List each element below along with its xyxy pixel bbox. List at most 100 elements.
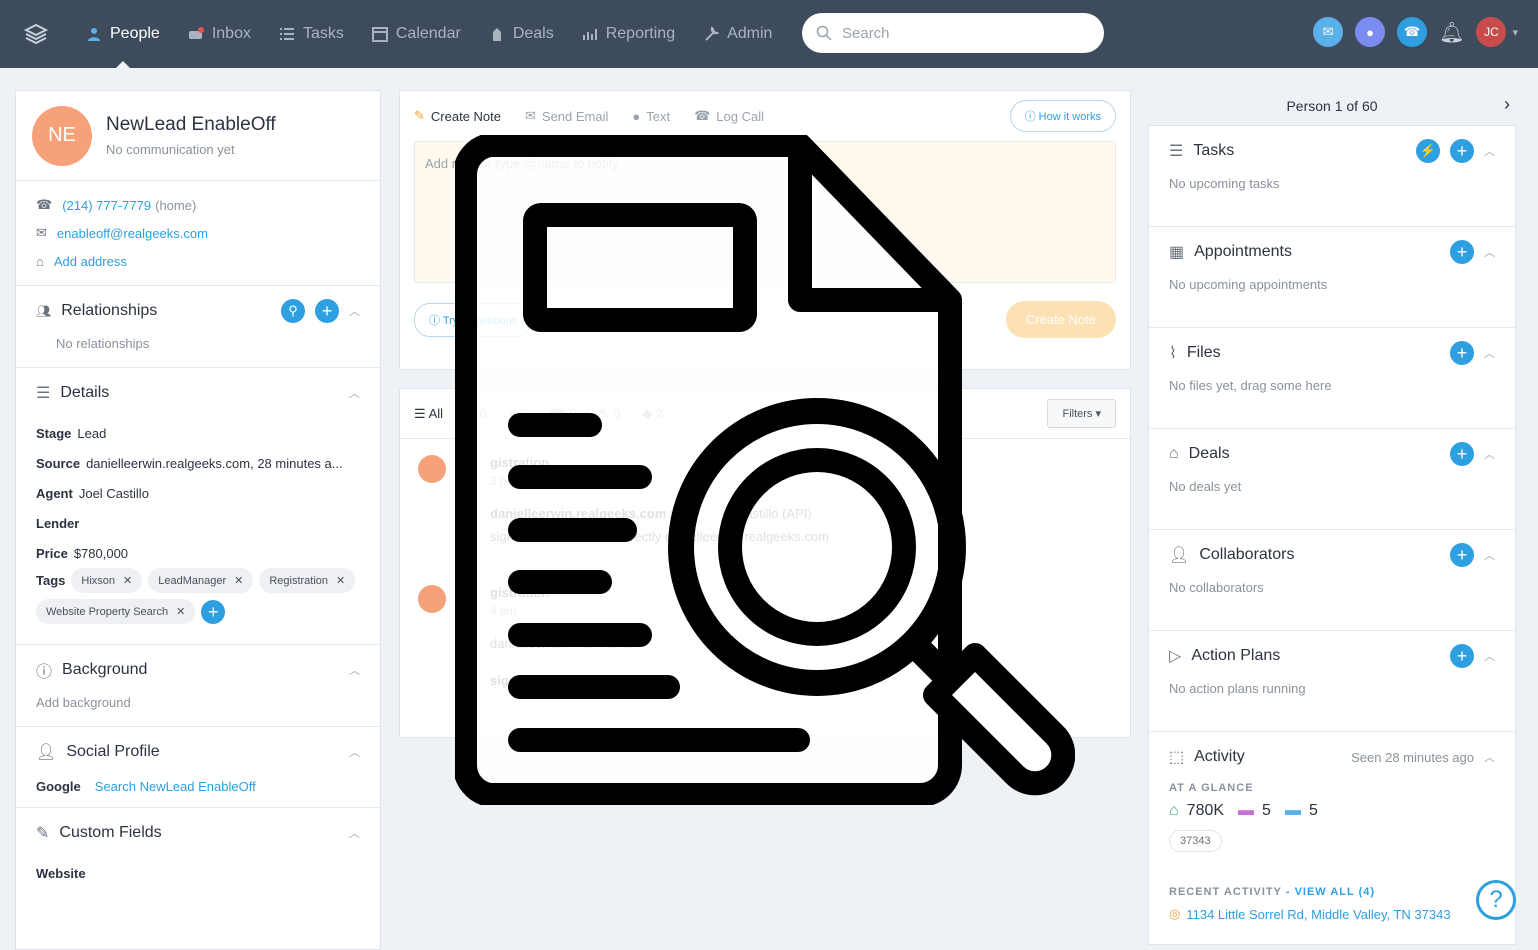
recent-property-link[interactable]: 1134 Little Sorrel Rd, Middle Valley, TN… (1186, 907, 1450, 922)
top-nav-bar: People Inbox Tasks Calendar Deals Report… (0, 0, 1538, 68)
agent-value[interactable]: Joel Castillo (79, 486, 149, 501)
collapse-collaborators-icon[interactable]: ︿ (1484, 547, 1495, 563)
nav-admin[interactable]: Admin (689, 0, 786, 68)
nav-reporting[interactable]: Reporting (568, 0, 689, 68)
reporting-icon (582, 29, 597, 40)
add-address-link[interactable]: Add address (54, 254, 127, 269)
remove-tag-icon[interactable]: ✕ (123, 574, 132, 587)
add-file-button[interactable]: + (1450, 341, 1474, 365)
add-relationship-button[interactable]: + (315, 299, 339, 323)
phone-link[interactable]: (214) 777-7779 (62, 198, 151, 213)
collapse-tasks-icon[interactable]: ︿ (1484, 143, 1495, 159)
person-pager: Person 1 of 60 (1286, 98, 1378, 114)
create-note-button[interactable]: Create Note (1005, 301, 1116, 338)
filter-email[interactable]: ✉ 0 (465, 406, 487, 422)
action-plans-title: Action Plans (1191, 647, 1281, 664)
info-icon: ⓘ (36, 664, 53, 681)
app-logo-icon[interactable] (18, 16, 54, 52)
bell-icon[interactable]: 🔔︎ (1439, 20, 1464, 45)
nav-tasks[interactable]: Tasks (265, 0, 358, 68)
event-time: 3 pm (490, 474, 517, 488)
view-email-link[interactable]: view email (577, 636, 638, 651)
add-collaborator-button[interactable]: + (1450, 543, 1474, 567)
event-icon (418, 455, 446, 483)
collapse-background-icon[interactable]: ︿ (349, 662, 360, 678)
collapse-details-icon[interactable]: ︿ (349, 385, 360, 401)
filter-calls[interactable]: ☎ 0 (549, 406, 576, 422)
add-task-button[interactable]: + (1450, 139, 1474, 163)
email-icon[interactable]: ✉ (1313, 17, 1344, 47)
filters-dropdown[interactable]: Filters ▾ (1047, 399, 1116, 428)
nav-admin-label: Admin (727, 25, 773, 42)
collapse-social-icon[interactable]: ︿ (349, 744, 360, 760)
filter-notes[interactable]: ✎ 0 (599, 406, 621, 422)
play-icon: ▷ (1169, 648, 1182, 665)
chevron-down-icon[interactable]: ▾ (1512, 26, 1518, 39)
timeline-card: ☰ All ✉ 0 ● 0 ☎ 0 ✎ 0 ◆ 2 Filters ▾ gist… (399, 388, 1131, 738)
add-deal-button[interactable]: + (1450, 442, 1474, 466)
nav-deals-label: Deals (512, 25, 554, 42)
nav-people-label: People (110, 25, 160, 42)
source-value[interactable]: danielleerwin.realgeeks.com, 28 minutes … (86, 456, 343, 471)
chat-icon[interactable]: ● (1355, 17, 1386, 47)
person-name[interactable]: NewLead EnableOff (106, 114, 276, 136)
add-tag-button[interactable]: + (201, 599, 226, 624)
tasks-icon: ☰ (1169, 143, 1184, 160)
remove-tag-icon[interactable]: ✕ (336, 574, 345, 587)
collapse-relationships-icon[interactable]: ︿ (349, 303, 360, 319)
filter-text[interactable]: ● 0 (509, 406, 528, 421)
collapse-appointments-icon[interactable]: ︿ (1484, 244, 1495, 260)
nav-calendar[interactable]: Calendar (358, 0, 475, 68)
stage-value[interactable]: Lead (77, 426, 106, 441)
source-label: Source (36, 455, 81, 471)
list-icon: ☰ (36, 385, 51, 402)
details-title: Details (60, 384, 110, 401)
dialer-icon[interactable]: ☎ (1397, 17, 1428, 47)
tab-create-note[interactable]: ✎ Create Note (414, 108, 501, 124)
tab-text[interactable]: ● Text (632, 109, 670, 124)
tab-send-email[interactable]: ✉ Send Email (525, 108, 608, 124)
collapse-action-plans-icon[interactable]: ︿ (1484, 648, 1495, 664)
zip-badge[interactable]: 37343 (1169, 830, 1222, 852)
phone-type: (home) (155, 197, 197, 213)
collapse-custom-icon[interactable]: ︿ (349, 825, 360, 841)
nav-tasks-label: Tasks (302, 25, 344, 42)
custom-fields-section: ✎ Custom Fields ︿ Website (16, 808, 380, 888)
search-bar[interactable] (802, 13, 1104, 53)
help-button[interactable]: ? (1476, 880, 1516, 920)
filter-all[interactable]: ☰ All (414, 406, 443, 422)
nav-inbox[interactable]: Inbox (174, 0, 265, 68)
glance-baths: 5 (1308, 802, 1318, 819)
nav-deals[interactable]: Deals (475, 0, 568, 68)
note-textarea[interactable]: Add note or type @name to notify (414, 141, 1116, 283)
deals-empty: No deals yet (1169, 479, 1242, 494)
quick-task-button[interactable]: ⚡ (1416, 139, 1440, 163)
filter-events[interactable]: ◆ 2 (642, 406, 663, 422)
tab-log-call[interactable]: ☎ Log Call (694, 108, 764, 124)
search-input[interactable] (842, 24, 1082, 42)
collapse-files-icon[interactable]: ︿ (1484, 345, 1495, 361)
mentions-button[interactable]: ⓘ Try @mentions (414, 302, 533, 337)
details-section: ☰ Details ︿ Stage Lead Source danielleerwi… (16, 368, 380, 645)
how-it-works-button[interactable]: ⓘ How it works (1009, 100, 1116, 132)
nav-people[interactable]: People (72, 0, 174, 68)
add-background-link[interactable]: Add background (36, 695, 360, 726)
communication-status: No communication yet (106, 142, 235, 157)
lender-label[interactable]: Lender (36, 516, 79, 531)
add-action-plan-button[interactable]: + (1450, 644, 1474, 668)
tag-label: Registration (269, 574, 329, 587)
next-person-icon[interactable]: › (1504, 94, 1510, 115)
user-avatar[interactable]: JC (1476, 17, 1507, 47)
email-link[interactable]: enableoff@realgeeks.com (57, 226, 208, 241)
remove-tag-icon[interactable]: ✕ (234, 574, 243, 587)
collapse-activity-icon[interactable]: ︿ (1484, 749, 1495, 765)
remove-tag-icon[interactable]: ✕ (176, 605, 185, 618)
right-panel: ☰ Tasks ⚡ + ︿ No upcoming tasks ▦ Appoin… (1148, 125, 1516, 945)
google-search-link[interactable]: Search NewLead EnableOff (95, 779, 256, 794)
link-relationship-button[interactable]: ⚲ (281, 299, 305, 323)
view-all-link[interactable]: VIEW ALL (4) (1295, 886, 1375, 898)
collapse-deals-icon[interactable]: ︿ (1484, 446, 1495, 462)
relationships-title: Relationships (61, 302, 158, 319)
add-appointment-button[interactable]: + (1450, 240, 1474, 264)
price-value[interactable]: $780,000 (74, 546, 128, 561)
